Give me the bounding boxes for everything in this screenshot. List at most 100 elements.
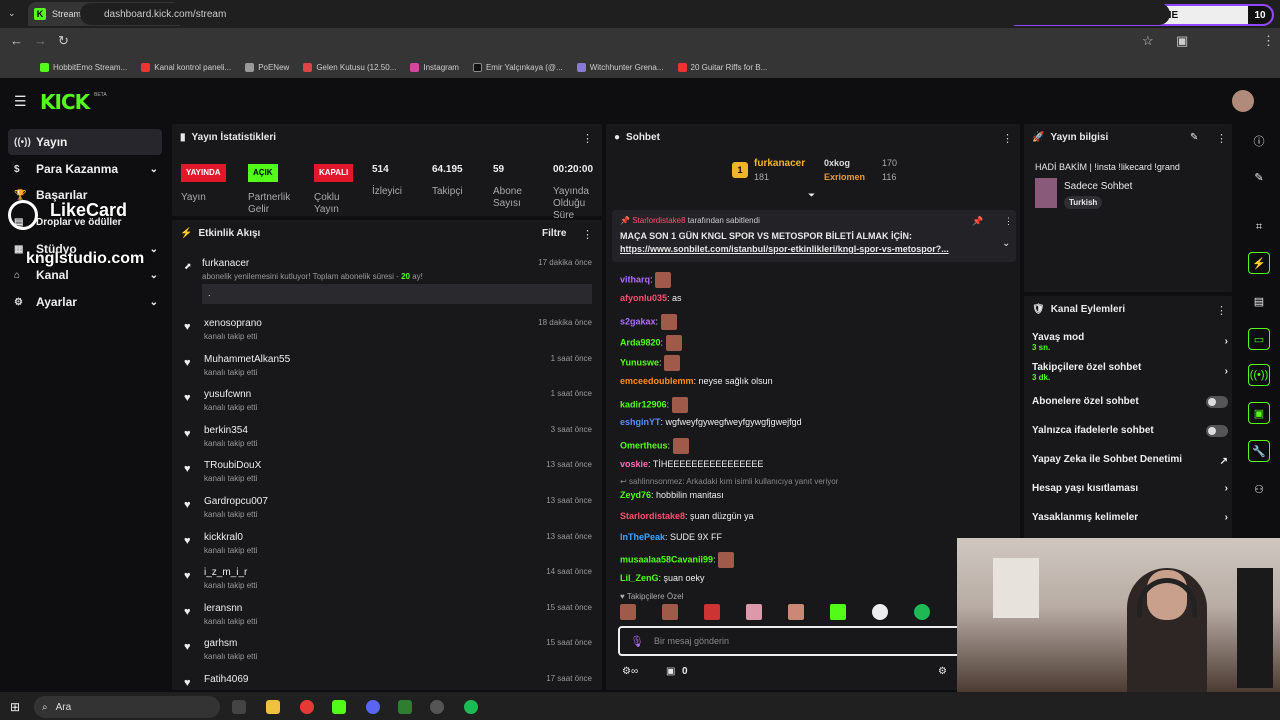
bookmark-item[interactable]: 20 Guitar Riffs for B... xyxy=(677,62,767,72)
sidebar-item-ayarlar[interactable]: ⚙ Ayarlar ⌄ xyxy=(8,289,162,315)
edit-rail-icon[interactable]: ✎ xyxy=(1248,166,1270,188)
chrome-icon[interactable] xyxy=(300,700,314,714)
emote-icon[interactable] xyxy=(788,604,804,620)
chat-username[interactable]: afyonlu035 xyxy=(620,293,667,303)
channel-action-row[interactable]: Hesap yaşı kısıtlaması › xyxy=(1032,483,1228,494)
chat-username[interactable]: Omertheus xyxy=(620,440,668,450)
emote-icon[interactable] xyxy=(704,604,720,620)
chat-username[interactable]: s2gakax xyxy=(620,316,656,326)
bookmark-item[interactable]: Witchhunter Grena... xyxy=(576,62,664,72)
chat-username[interactable]: Lil_ZenG xyxy=(620,573,659,583)
lightning-rail-icon[interactable]: ⚡ xyxy=(1248,252,1270,274)
chat-rail-icon[interactable]: ▭ xyxy=(1248,328,1270,350)
chat-username[interactable]: musaalaa58Cavanii99 xyxy=(620,554,713,564)
crop-icon[interactable]: ⌗ xyxy=(1248,216,1270,238)
follower-name[interactable]: garhsm xyxy=(204,638,237,649)
file-explorer-icon[interactable] xyxy=(266,700,280,714)
chat-username[interactable]: Yunuswe xyxy=(620,357,659,367)
unpin-icon[interactable]: 📌 xyxy=(972,216,983,227)
bookmark-item[interactable]: Emir Yalçınkaya (@... xyxy=(472,62,563,72)
browser-menu-icon[interactable]: ⋮ xyxy=(1262,33,1275,49)
spotify-icon[interactable] xyxy=(464,700,478,714)
obs-icon[interactable] xyxy=(430,700,444,714)
follower-name[interactable]: MuhammetAlkan55 xyxy=(204,354,290,365)
users-icon[interactable]: ⚇ xyxy=(1248,478,1270,500)
follower-name[interactable]: Gardropcu007 xyxy=(204,496,268,507)
pinned-link[interactable]: https://www.sonbilet.com/istanbul/spor-e… xyxy=(620,244,980,254)
sidebar-item-yayin[interactable]: ((•)) Yayın xyxy=(8,129,162,155)
microphone-icon[interactable]: 🎙 xyxy=(630,635,644,648)
hamburger-menu-icon[interactable]: ☰ xyxy=(14,93,27,110)
reload-icon[interactable]: ↻ xyxy=(58,33,69,49)
channel-action-row[interactable]: Abonelere özel sohbet xyxy=(1032,396,1228,408)
sidebar-item-para-kazanma[interactable]: $ Para Kazanma ⌄ xyxy=(8,156,162,182)
emote-icon[interactable] xyxy=(662,604,678,620)
channel-action-row[interactable]: Yapay Zeka ile Sohbet Denetimi ↗ xyxy=(1032,454,1228,467)
url-field[interactable]: dashboard.kick.com/stream xyxy=(80,3,1170,25)
bookmark-star-icon[interactable]: ☆ xyxy=(1142,33,1154,49)
more-options-icon[interactable]: ⋮ xyxy=(1004,216,1013,227)
emote-icon[interactable] xyxy=(830,604,846,620)
gift-icon[interactable]: ▣ xyxy=(666,666,675,677)
kick-logo[interactable]: KICK xyxy=(40,90,90,114)
follower-name[interactable]: kickkral0 xyxy=(204,532,243,543)
bookmark-item[interactable]: PoENew xyxy=(245,62,289,72)
follower-name[interactable]: berkin354 xyxy=(204,425,248,436)
more-options-icon[interactable]: ⋮ xyxy=(582,228,593,241)
emote-icon[interactable] xyxy=(620,604,636,620)
follower-name[interactable]: TRoubiDouX xyxy=(204,460,261,471)
emote-icon[interactable] xyxy=(914,604,930,620)
extensions-icon[interactable]: ▣ xyxy=(1176,33,1188,49)
app-icon[interactable] xyxy=(398,700,412,714)
emote-icon[interactable] xyxy=(872,604,888,620)
user-avatar[interactable] xyxy=(1232,90,1254,112)
follower-name[interactable]: i_z_m_i_r xyxy=(204,567,247,578)
bookmark-item[interactable]: Instagram xyxy=(410,62,459,72)
document-icon[interactable]: ▤ xyxy=(1248,290,1270,312)
more-options-icon[interactable]: ⋮ xyxy=(582,132,593,145)
taskbar-search[interactable]: ⌕ Ara xyxy=(34,696,220,718)
tab-list-icon[interactable]: ⌄ xyxy=(8,8,16,19)
task-view-icon[interactable] xyxy=(232,700,246,714)
chat-username[interactable]: Zeyd76 xyxy=(620,490,651,500)
chat-username[interactable]: vitharq xyxy=(620,274,650,284)
follower-name[interactable]: Fatih4069 xyxy=(204,674,248,685)
bookmark-item[interactable]: Kanal kontrol paneli... xyxy=(141,62,231,72)
expand-leaderboard-icon[interactable]: ⏷ xyxy=(808,190,815,201)
toggle-switch[interactable] xyxy=(1206,425,1228,437)
channel-action-row[interactable]: Yasaklanmış kelimeler › xyxy=(1032,512,1228,523)
follower-name[interactable]: yusufcwnn xyxy=(204,389,251,400)
chat-settings-icon[interactable]: ⚙ xyxy=(938,666,947,677)
category-name[interactable]: Sadece Sohbet xyxy=(1064,181,1132,192)
info-icon[interactable]: ⓘ xyxy=(1248,130,1270,152)
toggle-switch[interactable] xyxy=(1206,396,1228,408)
wrench-icon[interactable]: 🔧 xyxy=(1248,440,1270,462)
user-settings-icon[interactable]: ⚙∞ xyxy=(622,666,638,677)
follower-name[interactable]: xenosoprano xyxy=(204,318,262,329)
panel-rail-icon[interactable]: ▣ xyxy=(1248,402,1270,424)
channel-action-row[interactable]: Takipçilere özel sohbet 3 dk. › xyxy=(1032,362,1228,382)
bookmark-item[interactable]: HobbitEmo Stream... xyxy=(40,62,127,72)
chat-username[interactable]: Starlordistake8 xyxy=(620,511,685,521)
edit-icon[interactable]: ✎ xyxy=(1190,132,1198,143)
channel-action-row[interactable]: Yavaş mod 3 sn. › xyxy=(1032,332,1228,352)
chat-input[interactable]: 🎙 Bir mesaj gönderin xyxy=(618,626,1008,656)
chat-username[interactable]: Arda9820 xyxy=(620,337,661,347)
bookmark-item[interactable]: Gelen Kutusu (12.50... xyxy=(303,62,396,72)
discord-icon[interactable] xyxy=(366,700,380,714)
chat-username[interactable]: eshginYT xyxy=(620,417,661,427)
channel-action-row[interactable]: Yalnızca ifadelerle sohbet xyxy=(1032,425,1228,437)
chevron-down-icon[interactable]: ⌄ xyxy=(1002,238,1010,249)
kick-app-icon[interactable] xyxy=(332,700,346,714)
broadcast-rail-icon[interactable]: ((•)) xyxy=(1248,364,1270,386)
chat-username[interactable]: kadir12906 xyxy=(620,399,667,409)
filter-button[interactable]: Filtre xyxy=(542,228,566,239)
chat-username[interactable]: InThePeak xyxy=(620,532,665,542)
more-options-icon[interactable]: ⋮ xyxy=(1002,132,1013,145)
more-options-icon[interactable]: ⋮ xyxy=(1216,132,1227,145)
forward-icon[interactable]: → xyxy=(34,33,47,48)
chat-username[interactable]: voskie xyxy=(620,459,648,469)
emote-icon[interactable] xyxy=(746,604,762,620)
windows-start-icon[interactable]: ⊞ xyxy=(10,700,20,714)
chat-username[interactable]: emceedoublemm xyxy=(620,376,694,386)
